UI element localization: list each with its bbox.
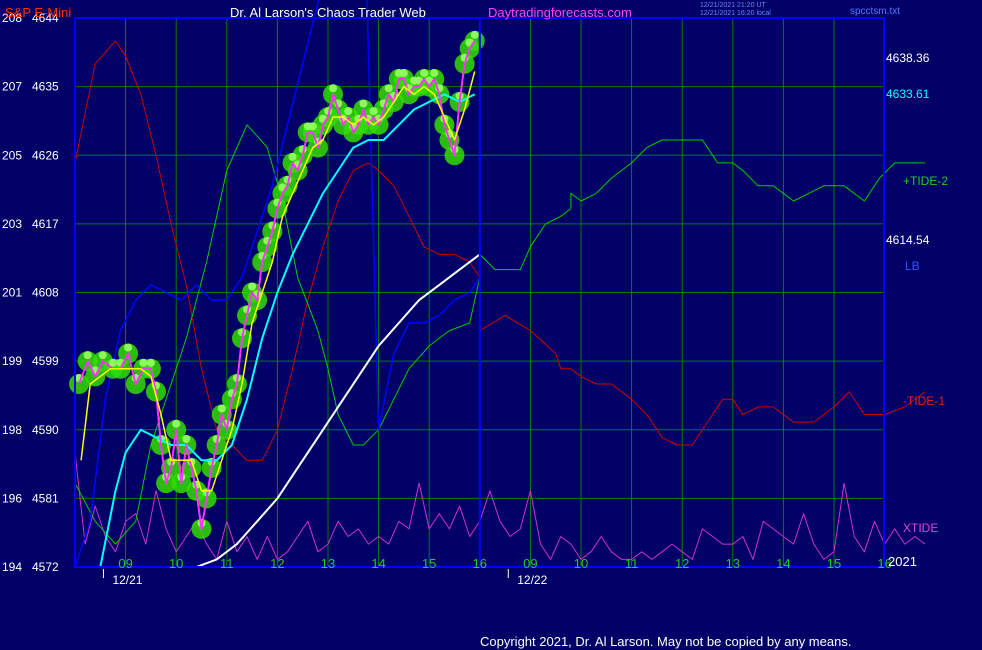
price-ball-highlight: [124, 343, 133, 352]
lb-label: LB: [905, 259, 920, 273]
left-tick-label: 194: [2, 560, 22, 574]
price-ball-highlight: [344, 107, 353, 116]
hour-tick-label: 11: [625, 556, 639, 571]
timestamp-local: 12/21/2021 16:20 local: [700, 10, 771, 17]
price-ball-highlight: [308, 122, 317, 131]
copyright-notice: Copyright 2021, Dr. Al Larson. May not b…: [480, 634, 851, 649]
price-tick-label: 4590: [32, 423, 59, 437]
hour-tick-label: 11: [220, 556, 234, 571]
left-tick-label: 199: [2, 354, 22, 368]
price-ball-highlight: [399, 69, 408, 77]
left-tick-label: 196: [2, 491, 22, 505]
date-label: 12/21: [112, 573, 142, 587]
price-ball-highlight: [430, 69, 439, 77]
hour-tick-label: 12: [675, 556, 689, 571]
hour-tick-label: 16: [473, 556, 487, 571]
site-link[interactable]: Daytradingforecasts.com: [488, 5, 632, 20]
hour-tick-label: 14: [371, 556, 385, 571]
chart-title: Dr. Al Larson's Chaos Trader Web: [230, 5, 426, 20]
hour-tick-label: 09: [118, 556, 132, 571]
price-tick-label: 4617: [32, 217, 59, 231]
left-tick-label: 198: [2, 423, 22, 437]
price-tick-label: 4635: [32, 80, 59, 94]
price-ball-highlight: [182, 435, 191, 443]
price-tick-label: 4599: [32, 354, 59, 368]
price-ball-highlight: [288, 152, 297, 161]
hour-tick-label: 14: [776, 556, 790, 571]
price-tick-label: 4626: [32, 148, 59, 162]
price-ball-highlight: [139, 358, 148, 367]
price-tick-label: 4581: [32, 491, 59, 505]
long-average-label: 4614.54: [886, 233, 930, 247]
hour-tick-label: 15: [827, 556, 841, 571]
price-ball-highlight: [329, 84, 338, 93]
price-tick-label: 4608: [32, 286, 59, 300]
price-ball-highlight: [369, 107, 378, 116]
price-ball-highlight: [248, 282, 257, 291]
chaos-chart: 208 4644207 4635205 4626203 4617201 4608199 45…: [0, 0, 982, 650]
slow-average-label: 4633.61: [886, 87, 930, 101]
hour-tick-label: 10: [169, 556, 183, 571]
data-file-label: spcctsm.txt: [850, 6, 900, 17]
price-ball-highlight: [384, 84, 393, 93]
hour-tick-label: 10: [574, 556, 588, 571]
left-tick-label: 207: [2, 80, 22, 94]
price-ball-highlight: [172, 419, 181, 428]
tide-1-label: -TIDE-1: [903, 394, 945, 408]
price-ball-highlight: [146, 358, 155, 367]
hour-tick-label: 12: [270, 556, 284, 571]
price-ball-highlight: [83, 351, 92, 360]
price-ball-highlight: [470, 30, 479, 39]
last-price-label: 4638.36: [886, 51, 930, 65]
background: [0, 0, 982, 650]
xtide-label: XTIDE: [903, 521, 938, 535]
symbol-label: S&P E-Mini: [5, 5, 71, 20]
left-tick-label: 201: [2, 286, 22, 300]
hour-tick-label: 13: [321, 556, 335, 571]
price-tick-label: 4572: [32, 560, 59, 574]
hour-tick-label: 15: [422, 556, 436, 571]
date-label: 12/22: [517, 573, 547, 587]
price-ball-highlight: [217, 404, 226, 413]
timestamp-ut: 12/21/2021 21:20 UT: [700, 2, 766, 9]
price-ball-highlight: [98, 351, 107, 360]
price-ball-highlight: [359, 99, 368, 108]
hour-tick-label: 09: [523, 556, 537, 571]
tide-2-label: +TIDE-2: [903, 174, 948, 188]
left-tick-label: 205: [2, 148, 22, 162]
price-ball-highlight: [420, 69, 429, 77]
left-tick-label: 203: [2, 217, 22, 231]
year-label: 2021: [888, 554, 917, 569]
hour-tick-label: 13: [726, 556, 740, 571]
